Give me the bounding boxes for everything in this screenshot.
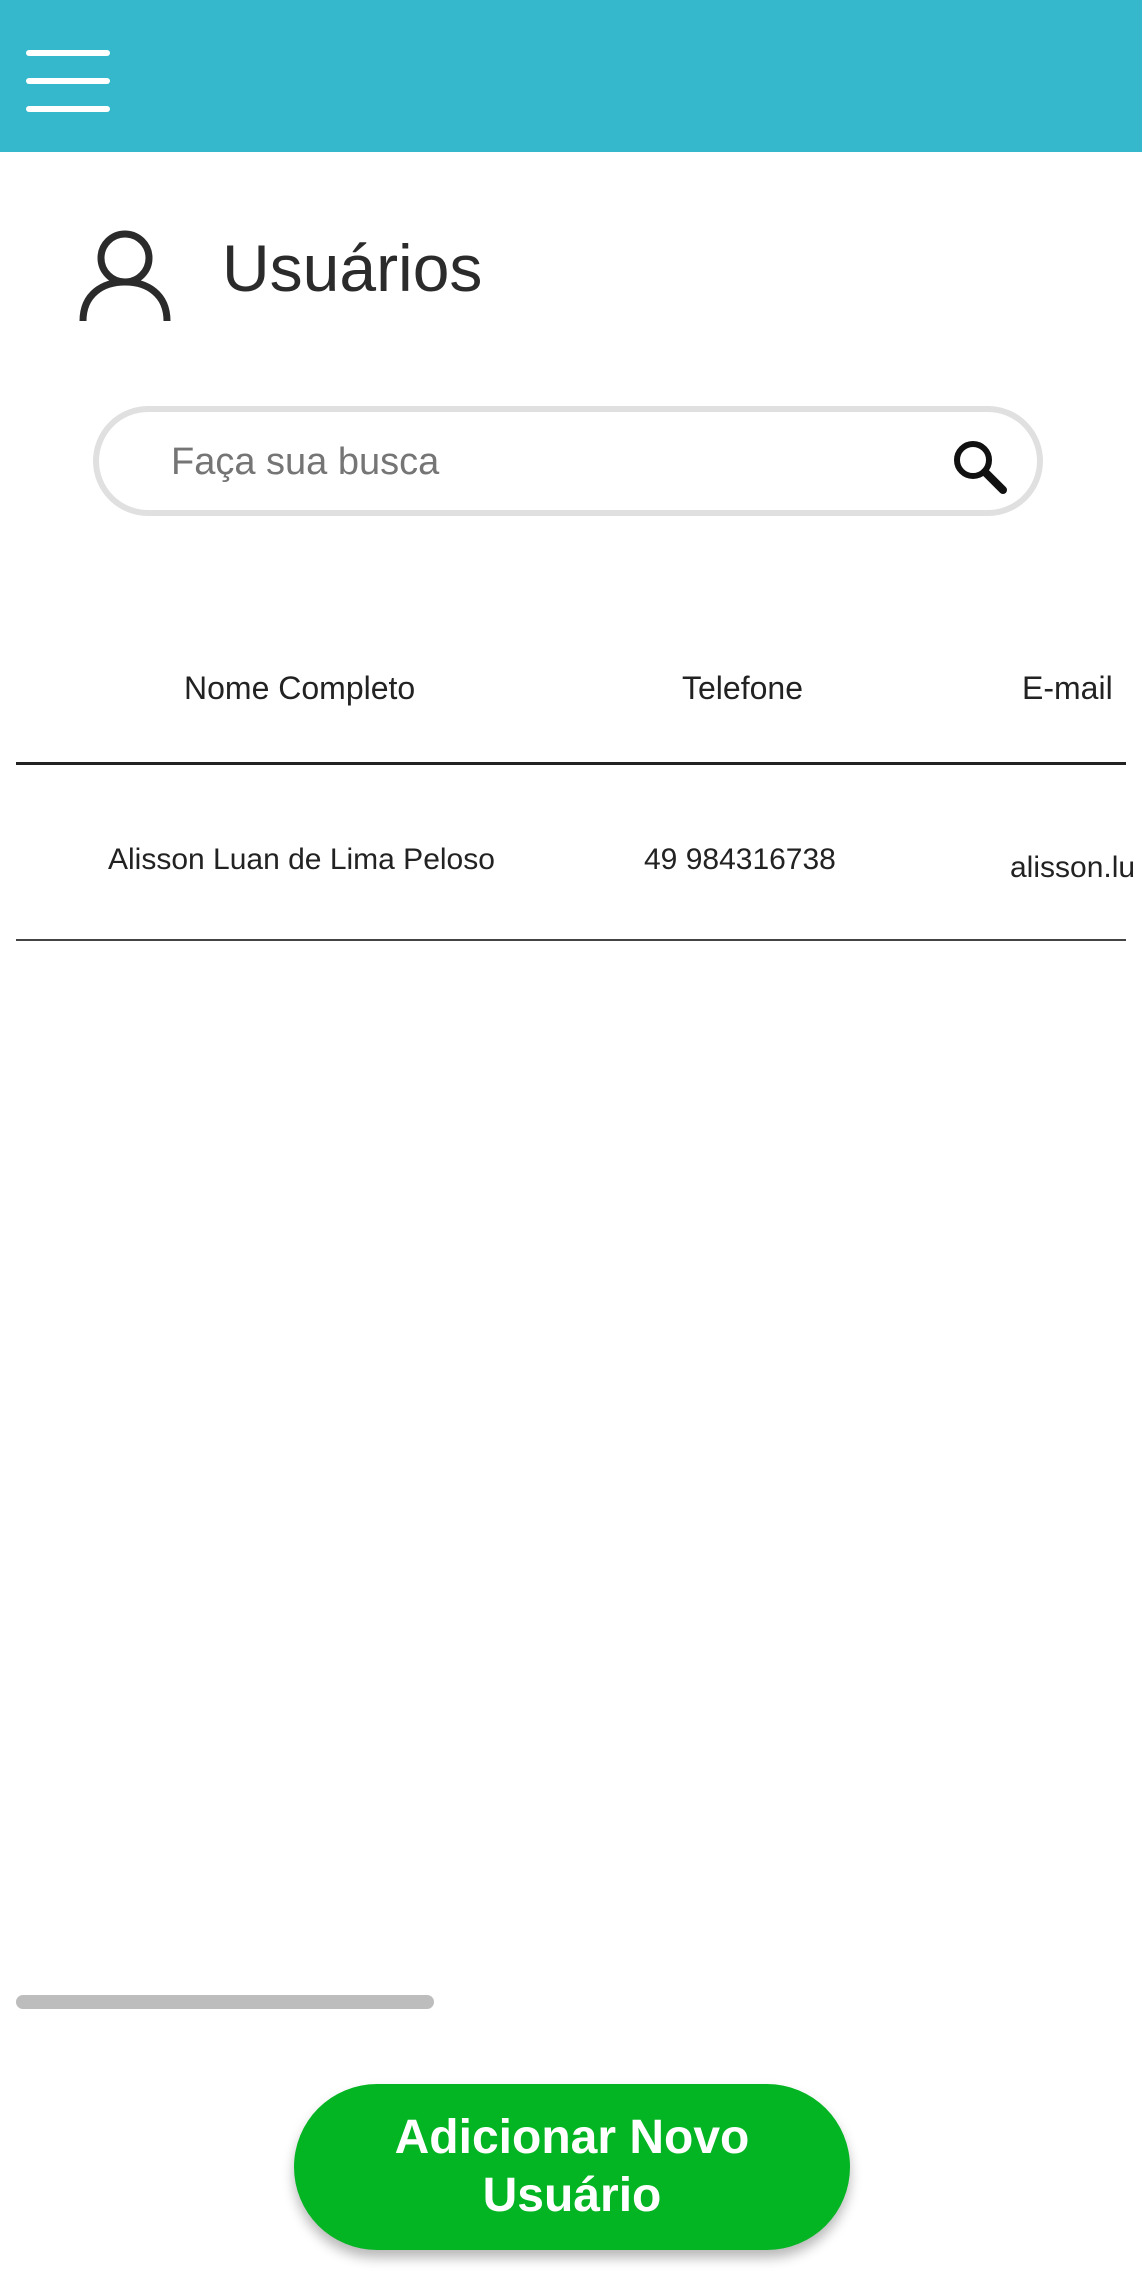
column-header-phone[interactable]: Telefone xyxy=(682,670,803,707)
app-header xyxy=(0,0,1142,152)
search-input[interactable] xyxy=(169,430,933,494)
add-user-button[interactable]: Adicionar Novo Usuário xyxy=(294,2084,850,2250)
cell-phone: 49 984316738 xyxy=(644,843,836,876)
page-title: Usuários xyxy=(222,231,483,305)
menu-line xyxy=(26,106,110,112)
cell-email: alisson.lu xyxy=(1010,851,1136,884)
hamburger-menu-icon[interactable] xyxy=(24,48,112,114)
column-header-email[interactable]: E-mail xyxy=(1022,670,1113,707)
user-icon xyxy=(79,230,171,322)
users-screen: Usuários Nome Completo Telefone E-mail A… xyxy=(0,0,1142,2287)
column-header-name[interactable]: Nome Completo xyxy=(184,670,415,707)
menu-line xyxy=(26,50,110,56)
search-icon[interactable] xyxy=(951,438,1007,494)
horizontal-scrollbar[interactable] xyxy=(16,1995,434,2009)
search-bar xyxy=(93,406,1043,516)
table-header: Nome Completo Telefone E-mail xyxy=(16,650,1126,765)
cell-name: Alisson Luan de Lima Peloso xyxy=(108,843,495,876)
menu-line xyxy=(26,78,110,84)
table-row[interactable]: Alisson Luan de Lima Peloso 49 984316738… xyxy=(16,765,1135,941)
